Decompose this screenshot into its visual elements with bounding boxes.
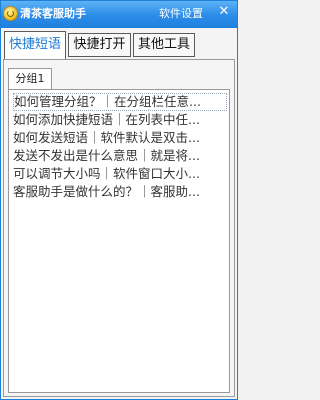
phrase-panel: 分组1 如何管理分组？｜在分组栏任意... 如何添加快捷短语｜在列表中任... … <box>3 59 235 397</box>
tab-quick-open[interactable]: 快捷打开 <box>68 33 131 57</box>
group-tab-1[interactable]: 分组1 <box>8 68 52 90</box>
list-item[interactable]: 如何添加快捷短语｜在列表中任... <box>13 111 227 129</box>
list-item[interactable]: 如何发送短语｜软件默认是双击... <box>13 129 227 147</box>
list-item[interactable]: 发送不发出是什么意思｜就是将... <box>13 147 227 165</box>
list-item[interactable]: 如何管理分组？｜在分组栏任意... <box>13 93 227 111</box>
main-tab-bar: 快捷短语 快捷打开 其他工具 <box>1 28 237 60</box>
phrase-list[interactable]: 如何管理分组？｜在分组栏任意... 如何添加快捷短语｜在列表中任... 如何发送… <box>8 89 230 393</box>
tab-other-tools[interactable]: 其他工具 <box>133 33 195 57</box>
app-logo-icon <box>4 7 17 20</box>
settings-button[interactable]: 软件设置 <box>159 7 203 21</box>
list-item[interactable]: 客服助手是做什么的？｜客服助... <box>13 183 227 201</box>
close-icon[interactable]: ✕ <box>216 4 232 20</box>
list-item[interactable]: 可以调节大小吗｜软件窗口大小... <box>13 165 227 183</box>
tab-quick-phrases[interactable]: 快捷短语 <box>4 31 66 60</box>
title-bar[interactable]: 清茶客服助手 软件设置 ✕ <box>1 1 237 28</box>
app-window: 清茶客服助手 软件设置 ✕ 快捷短语 快捷打开 其他工具 分组1 如何管理分组？… <box>0 0 238 400</box>
app-title: 清茶客服助手 <box>20 7 86 20</box>
